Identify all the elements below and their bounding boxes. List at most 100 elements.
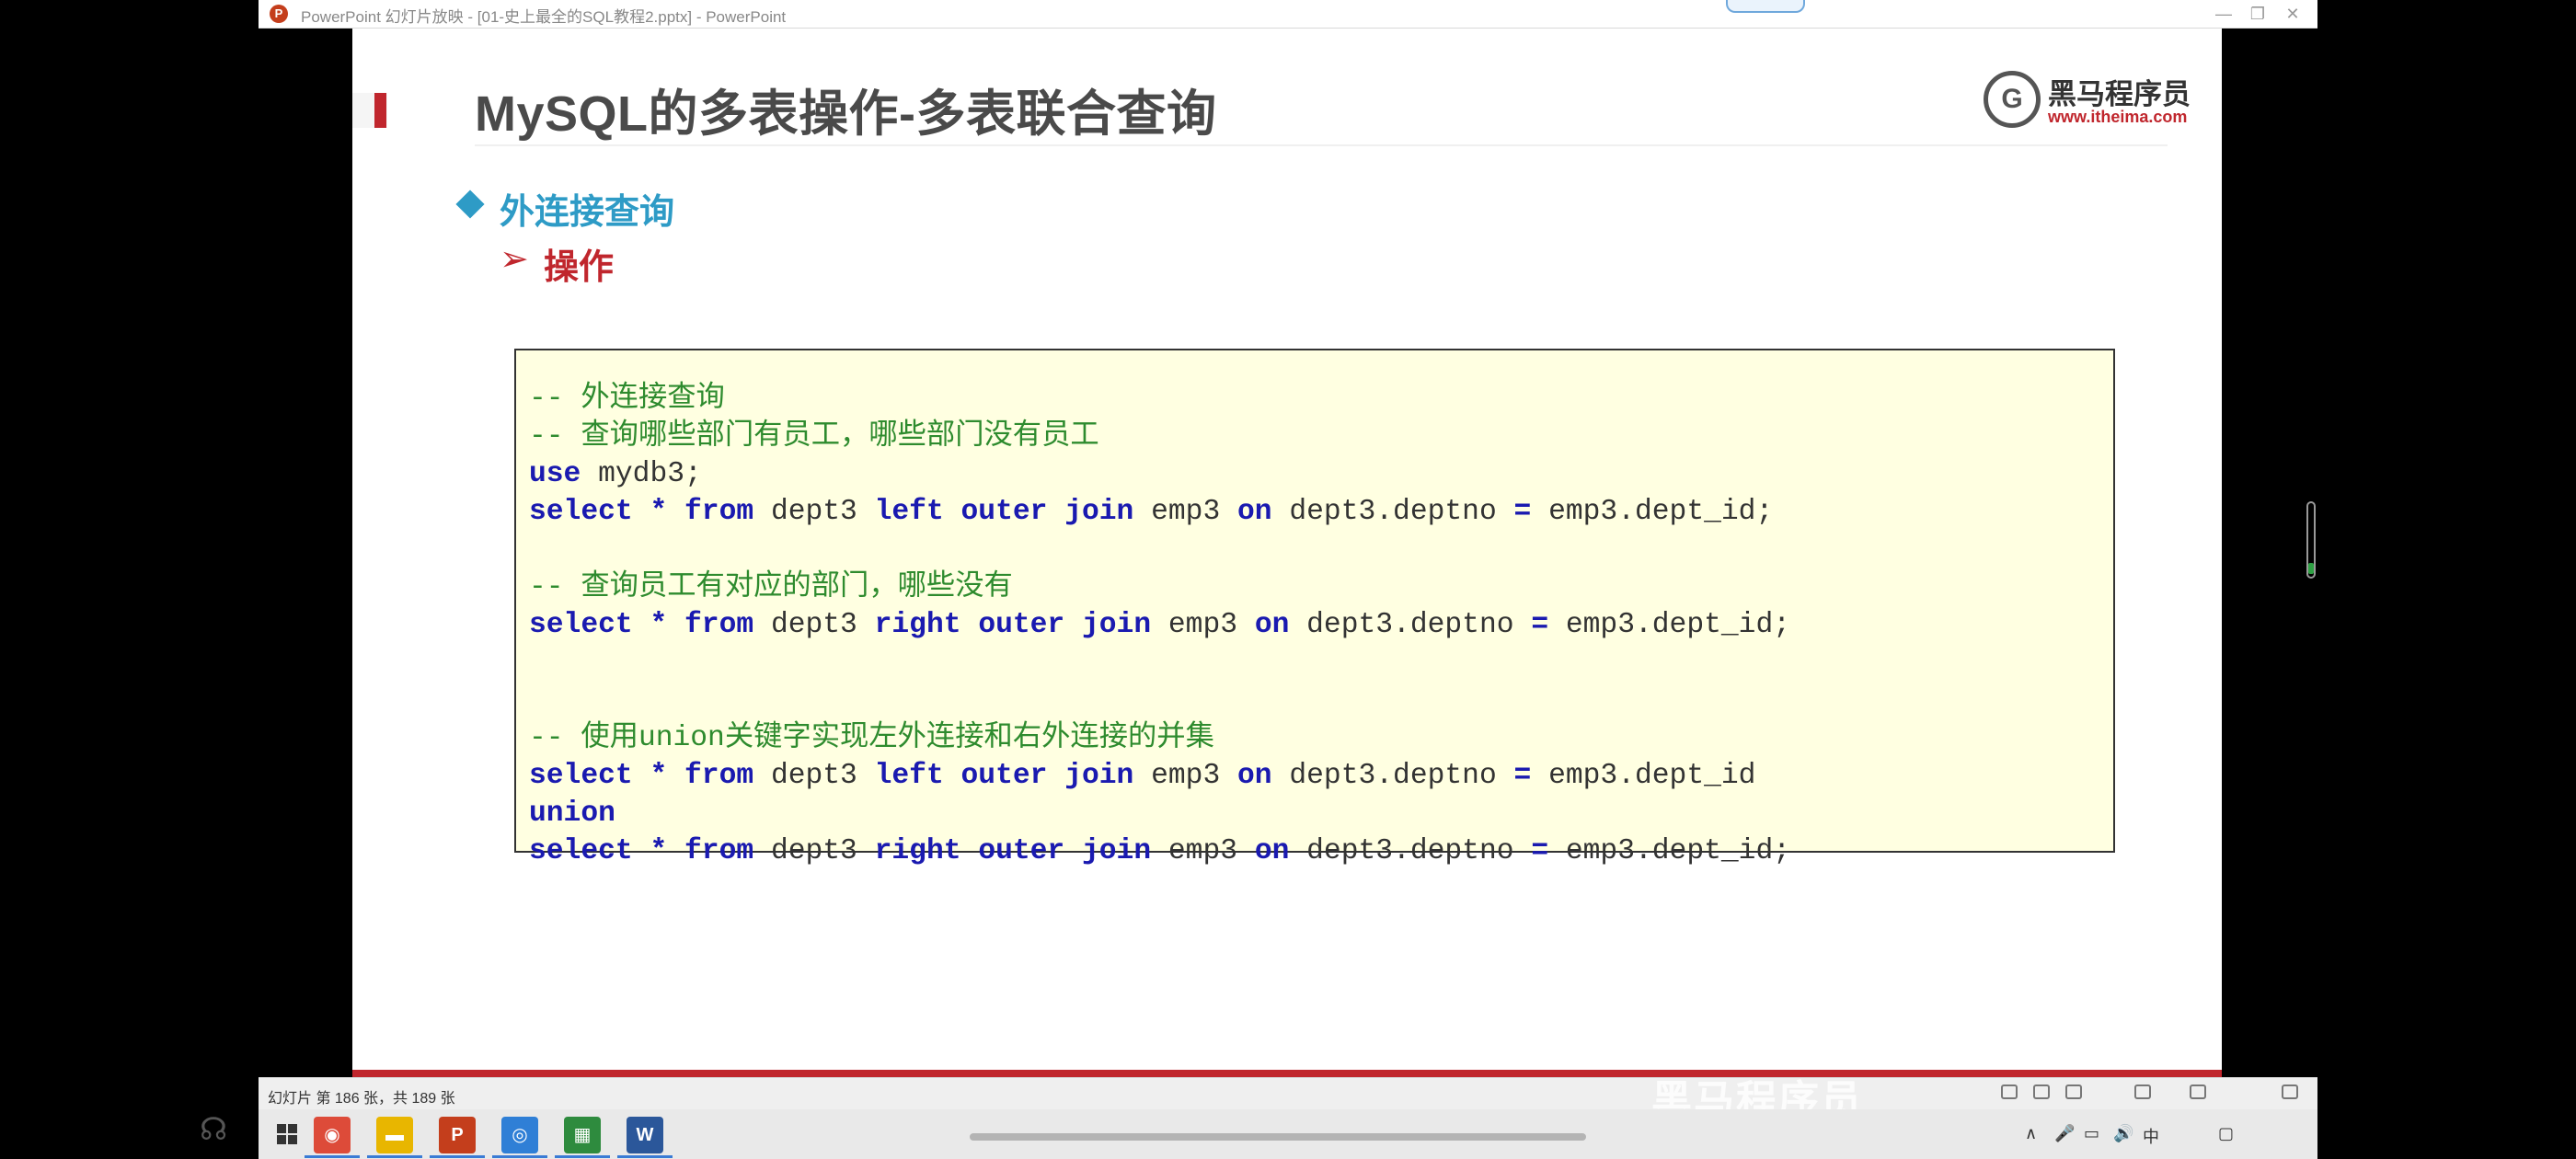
sql-identifier: emp3 <box>1167 609 1238 641</box>
volume-icon[interactable]: 🔊 <box>2113 1124 2133 1143</box>
code-line: select * from dept3 right outer join emp… <box>529 832 1790 870</box>
sql-keyword: on <box>1254 835 1290 867</box>
microphone-icon[interactable]: 🎤 <box>2054 1124 2075 1143</box>
powerpoint-icon[interactable]: P <box>439 1117 476 1153</box>
sql-identifier: emp3.dept_id <box>1548 760 1756 792</box>
sql-identifier: dept3 <box>770 760 857 792</box>
sql-identifier: emp3.dept_id; <box>1565 835 1791 867</box>
spreadsheet-icon[interactable]: ▦ <box>564 1117 601 1153</box>
slideshow-icon[interactable] <box>2282 1084 2298 1099</box>
sql-keyword: select <box>529 496 633 528</box>
sql-keyword: from <box>684 760 754 792</box>
code-line: union <box>529 795 1790 832</box>
sql-keyword: join <box>1082 609 1152 641</box>
sql-keyword: = <box>1513 760 1532 792</box>
sql-keyword: on <box>1237 760 1272 792</box>
slide-footer-bar <box>352 1070 2222 1077</box>
browser-icon[interactable]: ◎ <box>501 1117 538 1153</box>
section-heading: 外连接查询 <box>500 193 675 232</box>
sql-code: -- 外连接查询 -- 查询哪些部门有员工，哪些部门没有员工 use mydb3; s… <box>529 380 1790 870</box>
sql-keyword: outer <box>960 496 1048 528</box>
sql-identifier: emp3 <box>1151 760 1221 792</box>
code-line: -- 查询员工有对应的部门，哪些没有 <box>529 568 1790 606</box>
taskbar: ◉ ▬ P ◎ ▦ W ∧ 🎤 ▭ 🔊 中 ▢ <box>259 1109 2317 1159</box>
sql-keyword: right <box>874 609 961 641</box>
slide-title: MySQL的多表操作-多表联合查询 <box>475 86 1217 142</box>
close-button[interactable]: ✕ <box>2271 0 2314 28</box>
notifications-icon[interactable]: ▢ <box>2218 1124 2234 1143</box>
sql-identifier: emp3.dept_id; <box>1548 496 1774 528</box>
code-line: select * from dept3 left outer join emp3… <box>529 493 1790 531</box>
logo-url: www.itheima.com <box>2048 108 2188 126</box>
sql-keyword: outer <box>978 609 1065 641</box>
running-indicator <box>555 1155 610 1158</box>
scroll-position-marker <box>2308 563 2314 574</box>
slide-canvas[interactable]: MySQL的多表操作-多表联合查询 G 黑马程序员 www.itheima.co… <box>352 29 2222 1077</box>
code-line: select * from dept3 right outer join emp… <box>529 606 1790 644</box>
sql-identifier: dept3 <box>770 609 857 641</box>
sql-keyword: from <box>684 835 754 867</box>
sql-identifier: emp3 <box>1151 496 1221 528</box>
chrome-icon[interactable]: ◉ <box>314 1117 351 1153</box>
slide-sorter-icon[interactable] <box>2134 1084 2151 1099</box>
sql-keyword: join <box>1082 835 1152 867</box>
sql-keyword: select <box>529 609 633 641</box>
sql-identifier: dept3.deptno <box>1306 609 1514 641</box>
code-comment: -- 查询员工有对应的部门，哪些没有 <box>529 571 1013 603</box>
sql-keyword: * <box>650 609 668 641</box>
sql-identifier: dept3.deptno <box>1289 760 1497 792</box>
slide-position: 幻灯片 第 186 张，共 189 张 <box>268 1091 455 1107</box>
sql-keyword: left <box>874 760 944 792</box>
windows-start-icon[interactable] <box>277 1124 297 1144</box>
code-line: use mydb3; <box>529 455 1790 493</box>
sql-keyword: select <box>529 760 633 792</box>
sub-heading: 操作 <box>544 248 615 287</box>
reading-view-icon[interactable] <box>2190 1084 2206 1099</box>
show-hidden-icons[interactable]: ∧ <box>2025 1124 2037 1143</box>
sql-identifier: emp3 <box>1167 835 1238 867</box>
sql-keyword: union <box>529 798 615 830</box>
sql-keyword: from <box>684 609 754 641</box>
battery-icon[interactable]: ▭ <box>2084 1124 2099 1143</box>
horizontal-scrollbar[interactable] <box>970 1133 1586 1141</box>
code-line: -- 外连接查询 <box>529 380 1790 418</box>
title-accent-bar <box>374 93 386 128</box>
sql-keyword: outer <box>978 835 1065 867</box>
sql-keyword: from <box>684 496 754 528</box>
code-comment: -- 查询哪些部门有员工，哪些部门没有员工 <box>529 420 1099 453</box>
running-indicator <box>430 1155 485 1158</box>
sql-keyword: use <box>529 458 581 490</box>
diamond-bullet-icon <box>455 189 485 219</box>
sql-keyword: = <box>1531 835 1549 867</box>
sql-keyword: select <box>529 835 633 867</box>
sql-keyword: = <box>1531 609 1549 641</box>
sql-keyword: = <box>1513 496 1532 528</box>
sql-keyword: join <box>1064 760 1134 792</box>
sql-identifier: dept3.deptno <box>1306 835 1514 867</box>
slideshow-top-handle[interactable] <box>1726 0 1805 13</box>
notes-icon[interactable] <box>2001 1084 2018 1099</box>
running-indicator <box>367 1155 422 1158</box>
word-icon[interactable]: W <box>627 1117 663 1153</box>
sql-code-box: -- 外连接查询 -- 查询哪些部门有员工，哪些部门没有员工 use mydb3; s… <box>514 349 2115 867</box>
sql-keyword: on <box>1237 496 1272 528</box>
code-line: -- 使用union关键字实现左外连接和右外连接的并集 <box>529 719 1790 757</box>
normal-view-icon[interactable] <box>2065 1084 2082 1099</box>
file-explorer-icon[interactable]: ▬ <box>376 1117 413 1153</box>
sql-keyword: left <box>874 496 944 528</box>
sql-identifier: dept3.deptno <box>1289 496 1497 528</box>
window-title-bar: P PowerPoint 幻灯片放映 - [01-史上最全的SQL教程2.ppt… <box>259 0 2317 29</box>
sql-keyword: on <box>1254 609 1290 641</box>
input-method-icon[interactable]: 中 <box>2143 1124 2159 1148</box>
comments-icon[interactable] <box>2033 1084 2050 1099</box>
window-title: PowerPoint 幻灯片放映 - [01-史上最全的SQL教程2.pptx]… <box>301 8 787 26</box>
arrow-bullet-icon: ➢ <box>500 240 529 279</box>
code-line: -- 查询哪些部门有员工，哪些部门没有员工 <box>529 418 1790 455</box>
code-comment: -- 使用union关键字实现左外连接和右外连接的并集 <box>529 722 1214 754</box>
running-indicator <box>617 1155 673 1158</box>
running-indicator <box>492 1155 547 1158</box>
code-line: select * from dept3 left outer join emp3… <box>529 757 1790 795</box>
